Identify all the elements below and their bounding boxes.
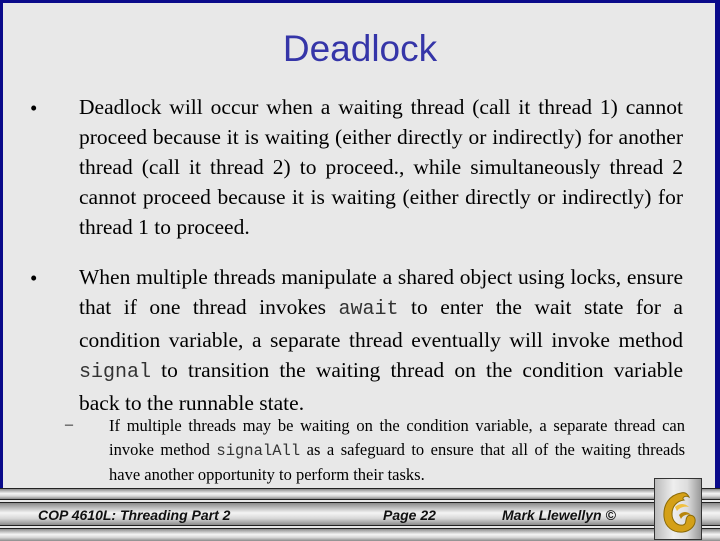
footer-page-number: Page 22 <box>383 507 436 523</box>
text-segment: to transition the waiting thread on the … <box>79 358 683 415</box>
logo-box <box>654 478 702 540</box>
footer-bar-bottom <box>0 528 720 541</box>
footer-bar-top <box>0 488 720 500</box>
bullet-marker: • <box>30 96 38 120</box>
code-signal: signal <box>79 361 152 384</box>
pegasus-logo-icon <box>663 492 696 533</box>
sub-bullet-text: If multiple threads may be waiting on th… <box>109 414 685 487</box>
slide: Deadlock • Deadlock will occur when a wa… <box>0 0 720 541</box>
bullet-2-text: When multiple threads manipulate a share… <box>79 262 683 418</box>
bullet-2-paragraph: When multiple threads manipulate a share… <box>79 262 683 418</box>
code-await: await <box>338 298 399 321</box>
sub-bullet-marker: – <box>65 416 73 433</box>
footer: COP 4610L: Threading Part 2 Page 22 Mark… <box>0 488 720 541</box>
code-signalall: signalAll <box>216 442 301 460</box>
bullet-marker: • <box>30 266 38 290</box>
bullet-1-paragraph: Deadlock will occur when a waiting threa… <box>79 95 683 239</box>
footer-course: COP 4610L: Threading Part 2 <box>38 507 231 523</box>
footer-author: Mark Llewellyn © <box>502 507 616 523</box>
slide-title: Deadlock <box>282 28 438 69</box>
bullet-1-text: Deadlock will occur when a waiting threa… <box>79 92 683 242</box>
